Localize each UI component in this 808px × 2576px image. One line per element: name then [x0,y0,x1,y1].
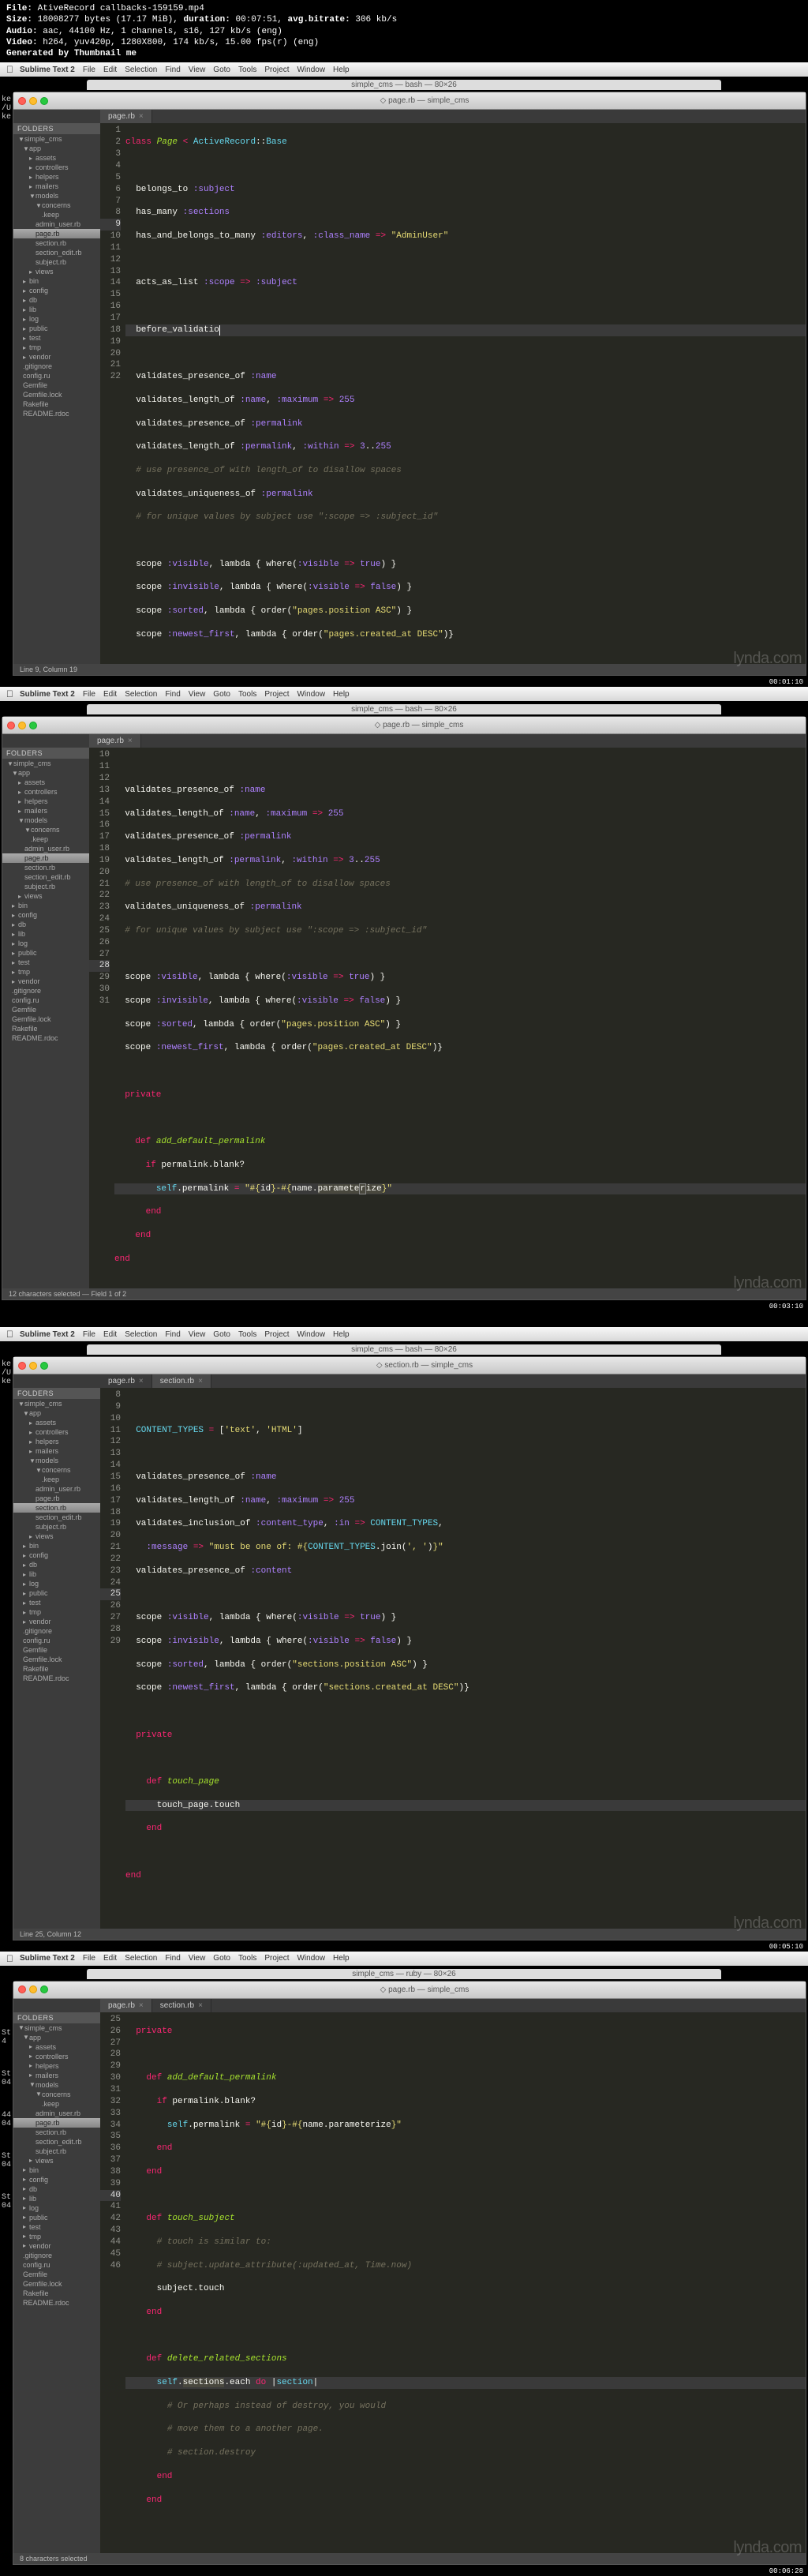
app-name[interactable]: Sublime Text 2 [20,66,75,74]
window-title: ◇ page.rb — simple_cms [48,96,801,105]
tab-section[interactable]: section.rb× [152,1999,211,2012]
code-editor[interactable]: 1011121314151617181920212223242526272829… [89,748,806,1288]
watermark: lynda.com [733,1274,802,1292]
window-chrome: ◇ page.rb — simple_cms [13,92,806,110]
zoom-icon[interactable] [40,97,48,105]
sidebar-header: FOLDERS [13,123,100,134]
menubar[interactable]:  Sublime Text 2 FileEditSelectionFindVi… [0,687,808,701]
terminal-title: simple_cms — ruby — 80×26 [87,1969,721,1979]
thumbnail-header: File: AtiveRecord callbacks-159159.mp4 S… [0,0,808,62]
tab-page[interactable]: page.rb× [100,110,152,123]
code-editor[interactable]: 12345678910111213141516171819202122 clas… [100,123,806,664]
timecode: 00:05:10 [0,1942,808,1952]
menu-help[interactable]: Help [333,66,350,74]
code-editor[interactable]: 2526272829303132333435363738394041424344… [100,2012,806,2553]
terminal-title: simple_cms — bash — 80×26 [87,80,721,90]
statusbar: 12 characters selected — Field 1 of 2 [2,1288,806,1299]
tab-section[interactable]: section.rb× [152,1374,211,1388]
menu-project[interactable]: Project [264,66,289,74]
terminal-title: simple_cms — bash — 80×26 [87,704,721,714]
close-icon[interactable]: × [139,112,144,121]
menu-edit[interactable]: Edit [103,66,117,74]
sidebar-item-page[interactable]: page.rb [13,2118,100,2128]
statusbar: 8 characters selected [13,2553,806,2564]
menu-find[interactable]: Find [165,66,180,74]
close-icon[interactable] [18,97,26,105]
sidebar-item-page[interactable]: page.rb [2,853,89,863]
apple-icon[interactable]:  [6,64,13,75]
tab-page[interactable]: page.rb× [100,1374,152,1388]
menubar[interactable]:  Sublime Text 2 File Edit Selection Fin… [0,62,808,77]
sidebar-item-page[interactable]: page.rb [13,229,100,238]
menu-window[interactable]: Window [297,66,325,74]
watermark: lynda.com [733,650,802,668]
sidebar-item-section[interactable]: section.rb [13,1503,100,1513]
sidebar[interactable]: FOLDERS ▼simple_cms ▼app ▸assets ▸contro… [13,123,100,664]
tab-page[interactable]: page.rb× [89,734,141,748]
menubar[interactable]:  Sublime Text 2 FileEditSelectionFindVi… [0,1327,808,1341]
tab-page[interactable]: page.rb× [100,1999,152,2012]
menu-selection[interactable]: Selection [125,66,157,74]
menu-view[interactable]: View [189,66,206,74]
terminal-title: simple_cms — bash — 80×26 [87,1344,721,1355]
menu-tools[interactable]: Tools [238,66,256,74]
timecode: 00:01:10 [0,677,808,687]
code-editor[interactable]: 8910111213141516171819202122232425262728… [100,1388,806,1929]
timecode: 00:06:28 [0,2567,808,2576]
watermark: lynda.com [733,1914,802,1933]
minimize-icon[interactable] [29,97,37,105]
statusbar: Line 25, Column 12 [13,1929,806,1940]
menu-goto[interactable]: Goto [213,66,230,74]
statusbar: Line 9, Column 19 [13,664,806,675]
traffic-lights[interactable] [18,97,48,105]
menu-file[interactable]: File [83,66,95,74]
menubar[interactable]:  Sublime Text 2 FileEditSelectionFindVi… [0,1952,808,1966]
watermark: lynda.com [733,2539,802,2557]
timecode: 00:03:10 [0,1302,808,1311]
